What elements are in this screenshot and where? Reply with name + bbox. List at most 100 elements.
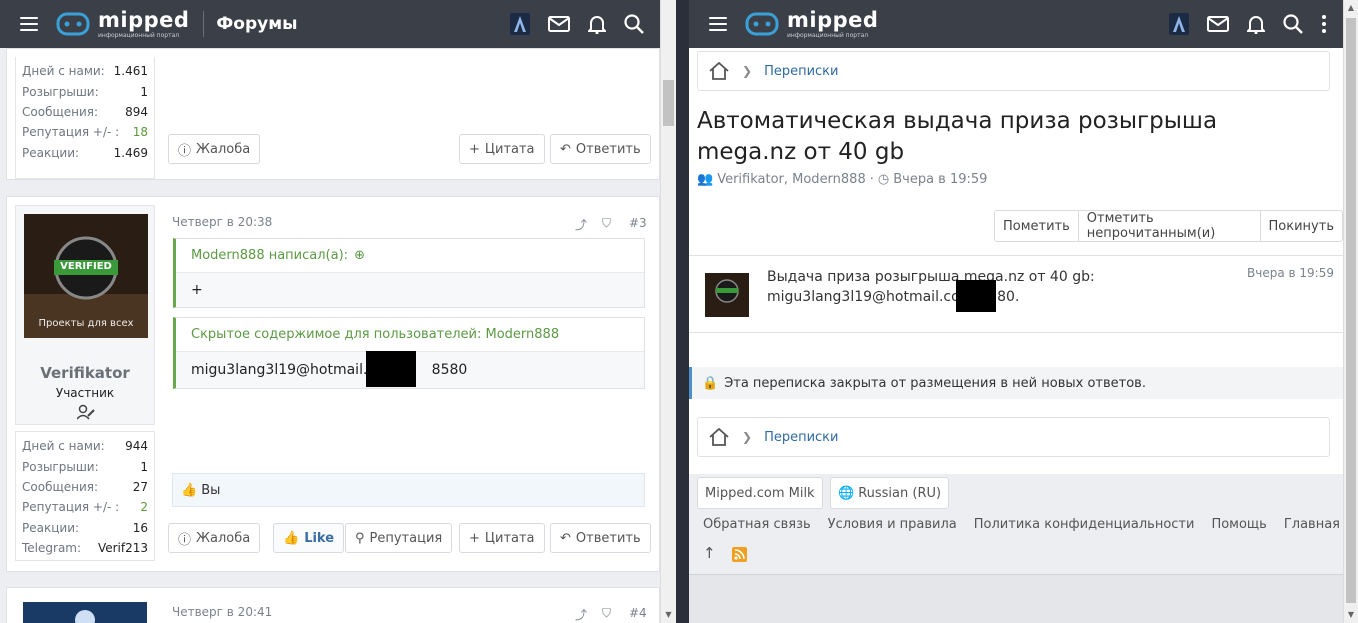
mark-button[interactable]: Пометить [995,211,1078,241]
rss-icon[interactable] [732,547,747,562]
menu-icon[interactable] [709,17,727,31]
mail-icon[interactable] [1207,16,1229,32]
scroll-down-icon[interactable]: ▼ [661,607,676,623]
post-2: VERIFIED Проекты для всех Verifikator Уч… [6,196,660,572]
bell-icon[interactable] [1247,14,1265,34]
thumbs-up-icon: 👍 [181,482,198,498]
reply-icon: ↶ [560,530,571,546]
header-icons [510,0,644,48]
quote-body: + [176,273,644,307]
breadcrumb-conversations[interactable]: Переписки [764,430,838,445]
bell-icon[interactable] [588,14,606,34]
home-icon[interactable] [708,428,730,446]
home-icon[interactable] [708,62,730,80]
leave-button[interactable]: Покинуть [1259,211,1342,241]
mark-unread-button[interactable]: Отметить непрочитанным(и) [1077,211,1260,241]
language-chooser-button[interactable]: 🌐 Russian (RU) [830,477,950,509]
reply-button[interactable]: ↶ Ответить [550,134,651,164]
user-card: VERIFIED Проекты для всех Verifikator Уч… [15,205,155,425]
breadcrumb-conversations[interactable]: Переписки [764,64,838,79]
section-title[interactable]: Форумы [216,14,297,34]
closed-notice: 🔒 Эта переписка закрыта от размещения в … [689,367,1343,399]
like-button[interactable]: 👍 Like [273,523,345,553]
lock-icon: 🔒 [702,375,719,391]
arrow-up-circle-icon[interactable]: ⊕ [354,248,365,263]
gamepad-logo-icon [56,12,90,36]
footer-link-terms[interactable]: Условия и правила [828,517,957,532]
post-date[interactable]: Четверг в 20:41 [172,605,272,619]
post-date[interactable]: Четверг в 20:38 [172,215,272,229]
site-footer: Mipped.com Milk 🌐 Russian (RU) Обратная с… [689,474,1343,574]
style-chooser-button[interactable]: Mipped.com Milk [697,477,823,509]
search-icon[interactable] [624,14,644,34]
scroll-up-icon[interactable]: ▲ [1344,0,1358,16]
menu-icon[interactable] [20,17,38,31]
divider [689,332,1343,333]
arrow-up-icon[interactable]: ↑ [703,544,716,562]
search-icon: ⚲ [355,530,365,546]
share-icon[interactable]: ⤴ [575,216,587,233]
stat-row: Репутация +/- :18 [22,125,148,140]
footer-link-home[interactable]: Главная [1284,517,1340,532]
scroll-down-icon[interactable]: ▼ [1344,607,1358,623]
stat-row: Реакции: 16 [22,520,148,535]
report-button[interactable]: ⓘ Жалоба [168,134,261,164]
quote-button[interactable]: + Цитата [459,523,545,553]
post-number[interactable]: #3 [629,216,647,230]
site-logo[interactable]: mipped информационный портал [745,7,879,39]
conversation-meta: 👥 Verifikator, Modern888 · ◷ Вчера в 19:… [697,172,988,187]
logo-text: mipped [787,7,879,32]
bookmark-icon[interactable]: ⛉ [602,606,611,621]
post-3: Четверг в 20:41 ⤴ ⛉ #4 [6,587,660,623]
header-icons [1169,0,1327,48]
stat-row: Розыгрыши: 1 [22,459,148,474]
divider [689,255,1343,256]
bookmark-icon[interactable]: ⛉ [602,216,611,231]
scrollbar-thumb[interactable] [1346,18,1356,603]
chevron-right-icon: ❯ [742,430,753,444]
reply-icon: ↶ [560,141,571,157]
quote-button[interactable]: + Цитата [459,134,545,164]
participants[interactable]: Verifikator, Modern888 [717,172,866,187]
search-icon[interactable] [1283,14,1303,34]
footer-link-privacy[interactable]: Политика конфиденциальности [974,517,1195,532]
user-avatar-icon[interactable] [510,13,530,35]
scrollbar[interactable]: ▼ [660,0,676,623]
right-browser-window: mipped информационный портал ❯ Переписки … [689,0,1358,623]
scrollbar[interactable]: ▲ ▼ [1343,0,1358,623]
scrollbar-thumb[interactable] [663,80,674,126]
post-number[interactable]: #4 [629,606,647,620]
hidden-content-header: Скрытое содержимое для пользователей: Mo… [176,318,644,352]
avatar[interactable] [23,602,147,623]
stat-row: Сообщения: 894 [22,104,148,119]
reactions-bar[interactable]: 👍 Вы [172,473,645,507]
stat-row: Реакции: 1.469 [22,145,148,160]
stat-row: Сообщения: 27 [22,479,148,494]
quote-block: Modern888 написал(а): ⊕ + [173,238,645,308]
logo-subtext: информационный портал [787,31,869,39]
user-avatar-icon[interactable] [1169,13,1189,35]
conversation-time: Вчера в 19:59 [893,172,988,187]
report-button[interactable]: ⓘ Жалоба [168,523,261,553]
message-time[interactable]: Вчера в 19:59 [1247,266,1334,280]
footer-links: Обратная связь Условия и правила Политик… [703,517,1340,532]
users-icon: 👥 [697,172,714,187]
avatar-badge-text: VERIFIED [60,261,112,272]
site-logo[interactable]: mipped информационный портал [56,9,189,39]
more-options-icon[interactable] [1321,14,1327,34]
avatar-caption: Проекты для всех [38,318,134,329]
username[interactable]: Verifikator [16,364,154,382]
reputation-button[interactable]: ⚲ Репутация [345,523,453,553]
footer-link-help[interactable]: Помощь [1211,517,1266,532]
share-icon[interactable]: ⤴ [575,606,587,623]
reply-button[interactable]: ↶ Ответить [550,523,651,553]
footer-link-feedback[interactable]: Обратная связь [703,517,811,532]
quote-header[interactable]: Modern888 написал(а): ⊕ [176,239,644,273]
message-text: Выдача приза розыгрыша mega.nz от 40 gb:… [767,267,1095,307]
mail-icon[interactable] [548,16,570,32]
redaction-box [956,280,996,312]
message-line: Выдача приза розыгрыша mega.nz от 40 gb: [767,269,1095,285]
sender-avatar[interactable] [705,273,749,317]
stat-row: Telegram: Verif213 [22,541,148,556]
plus-icon: + [469,530,480,546]
